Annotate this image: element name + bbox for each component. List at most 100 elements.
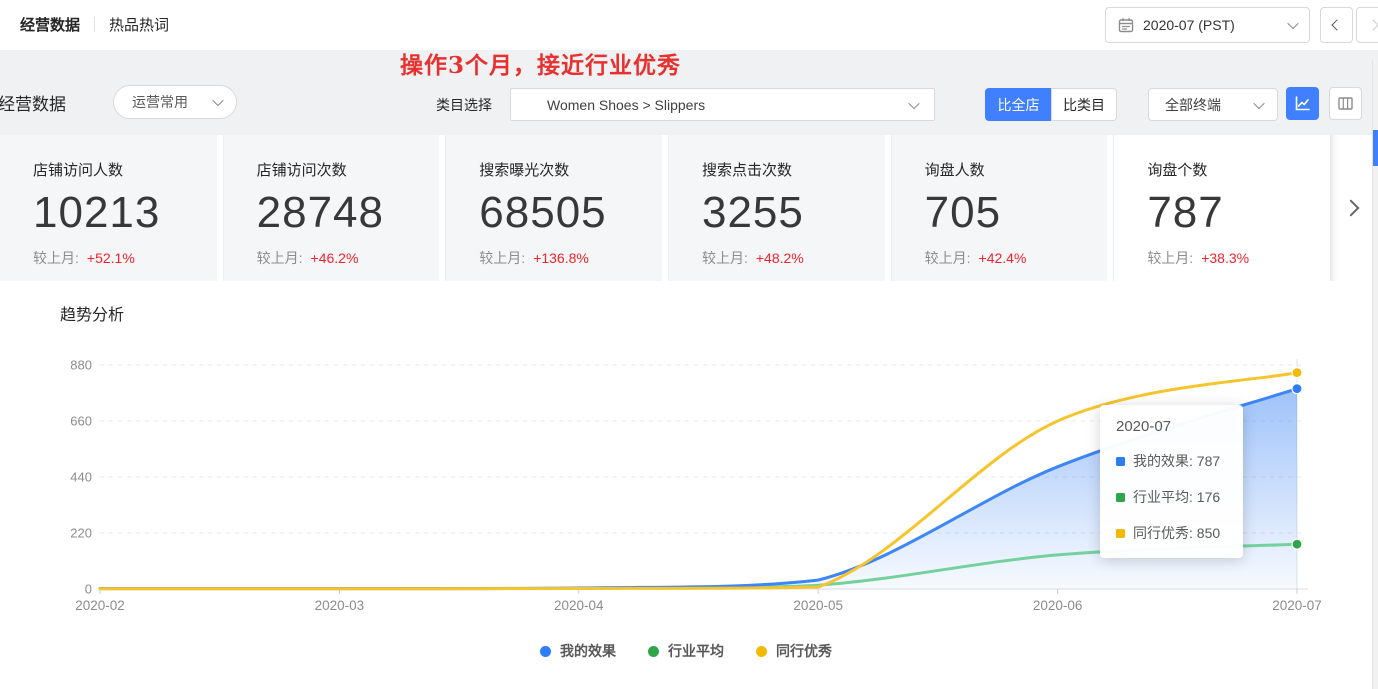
chevron-down-icon — [212, 95, 223, 106]
legend-item-我的效果[interactable]: 我的效果 — [540, 641, 616, 661]
cards-next-button[interactable] — [1330, 135, 1372, 281]
trend-chart-section: 趋势分析 02204406608802020-022020-032020-042… — [0, 285, 1372, 689]
tooltip-row-text: 行业平均: 176 — [1133, 487, 1220, 507]
chevron-right-icon — [1367, 19, 1378, 30]
annotation-note: 操作3个月，接近行业优秀 — [400, 46, 681, 80]
metric-label: 搜索点击次数 — [702, 159, 885, 180]
metric-label: 搜索曝光次数 — [479, 159, 662, 180]
metric-delta: +48.2% — [756, 250, 804, 266]
legend-dot-icon — [648, 646, 659, 657]
tooltip-row-text: 同行优秀: 850 — [1133, 523, 1220, 543]
metric-cards: 店铺访问人数10213较上月:+52.1%店铺访问次数28748较上月:+46.… — [0, 135, 1330, 281]
table-view-button[interactable] — [1329, 87, 1362, 120]
tab-divider — [94, 17, 95, 32]
legend-label: 同行优秀 — [776, 641, 832, 661]
y-axis-label: 440 — [70, 470, 92, 485]
legend-label: 行业平均 — [668, 641, 724, 661]
next-month-button[interactable] — [1356, 7, 1378, 43]
metric-delta: +38.3% — [1201, 250, 1249, 266]
category-label: 类目选择 — [436, 95, 492, 115]
preset-select[interactable]: 运营常用 — [113, 85, 237, 119]
metric-delta: +46.2% — [311, 250, 359, 266]
metric-delta: +136.8% — [533, 250, 589, 266]
series-marker-icon — [1116, 457, 1125, 466]
metric-card[interactable]: 店铺访问次数 28748 较上月:+46.2% — [223, 135, 440, 281]
compare-toggle-group: 比全店 比类目 — [985, 88, 1117, 121]
tab-business-data[interactable]: 经营数据 — [20, 14, 80, 35]
series-end-dot-同行优秀 — [1292, 368, 1302, 378]
series-marker-icon — [1116, 493, 1125, 502]
metric-card[interactable]: 搜索曝光次数 68505 较上月:+136.8% — [445, 135, 662, 281]
series-end-dot-行业平均 — [1292, 539, 1302, 549]
category-select[interactable]: Women Shoes > Slippers — [510, 88, 935, 121]
terminal-select-value: 全部终端 — [1165, 95, 1255, 115]
metric-compare: 较上月:+38.3% — [1147, 248, 1330, 268]
legend-item-同行优秀[interactable]: 同行优秀 — [756, 641, 832, 661]
metric-compare: 较上月:+48.2% — [702, 248, 885, 268]
line-chart-icon — [1294, 95, 1311, 112]
terminal-select[interactable]: 全部终端 — [1148, 88, 1278, 121]
metric-compare: 较上月:+42.4% — [925, 248, 1108, 268]
preset-select-value: 运营常用 — [132, 92, 188, 112]
metric-value: 68505 — [479, 188, 662, 238]
metric-label: 询盘人数 — [925, 159, 1108, 180]
top-tabs: 经营数据 热品热词 — [20, 14, 169, 35]
chevron-down-icon — [1287, 18, 1298, 29]
metric-value: 3255 — [702, 188, 885, 238]
metric-label: 店铺访问次数 — [257, 159, 440, 180]
chevron-left-icon — [1331, 19, 1342, 30]
x-axis-label: 2020-05 — [793, 598, 843, 613]
top-bar: 经营数据 热品热词 2020-07 (PST) — [0, 0, 1378, 50]
metric-compare: 较上月:+46.2% — [257, 248, 440, 268]
tooltip-row-text: 我的效果: 787 — [1133, 451, 1220, 471]
tooltip-row: 行业平均: 176 — [1116, 487, 1229, 507]
category-select-value: Women Shoes > Slippers — [547, 97, 910, 113]
tooltip-title: 2020-07 — [1116, 418, 1229, 435]
metric-card[interactable]: 店铺访问人数10213较上月:+52.1% — [0, 135, 217, 281]
page-scrollbar[interactable] — [1372, 60, 1378, 689]
date-picker[interactable]: 2020-07 (PST) — [1105, 7, 1310, 43]
compare-category-button[interactable]: 比类目 — [1051, 88, 1117, 121]
metric-delta: +42.4% — [979, 250, 1027, 266]
metric-card[interactable]: 询盘个数787较上月:+38.3% — [1113, 135, 1330, 281]
y-axis-label: 0 — [85, 582, 92, 597]
chart-tooltip: 2020-07 我的效果: 787 行业平均: 176 同行优秀: 850 — [1100, 405, 1243, 558]
metric-value: 10213 — [33, 188, 217, 238]
x-axis-label: 2020-04 — [554, 598, 604, 613]
calendar-icon — [1118, 17, 1134, 33]
tooltip-row: 我的效果: 787 — [1116, 451, 1229, 471]
x-axis-label: 2020-02 — [75, 598, 125, 613]
metric-compare: 较上月:+136.8% — [479, 248, 662, 268]
table-icon — [1337, 95, 1354, 112]
metric-value: 787 — [1147, 188, 1330, 238]
y-axis-label: 880 — [70, 358, 92, 373]
metric-compare: 较上月:+52.1% — [33, 248, 217, 268]
legend-item-行业平均[interactable]: 行业平均 — [648, 641, 724, 661]
legend-dot-icon — [756, 646, 767, 657]
y-axis-label: 660 — [70, 414, 92, 429]
chevron-down-icon — [908, 97, 919, 108]
metric-value: 28748 — [257, 188, 440, 238]
compare-whole-store-button[interactable]: 比全店 — [985, 88, 1051, 121]
metric-card[interactable]: 询盘人数 705 较上月:+42.4% — [891, 135, 1108, 281]
y-axis-label: 220 — [70, 526, 92, 541]
chevron-right-icon — [1343, 200, 1360, 217]
chart-legend: 我的效果 行业平均 同行优秀 — [0, 641, 1372, 661]
metric-card[interactable]: 搜索点击次数 3255 较上月:+48.2% — [668, 135, 885, 281]
metric-delta: +52.1% — [87, 250, 135, 266]
legend-label: 我的效果 — [560, 641, 616, 661]
dashboard-page: 经营数据 热品热词 2020-07 (PST) 操作3个月，接近行业优秀 — [0, 0, 1378, 689]
tooltip-row: 同行优秀: 850 — [1116, 523, 1229, 543]
series-marker-icon — [1116, 529, 1125, 538]
chart-view-button[interactable] — [1286, 87, 1319, 120]
section-title: 经营数据 — [0, 90, 66, 115]
x-axis-label: 2020-03 — [315, 598, 365, 613]
prev-month-button[interactable] — [1320, 7, 1353, 43]
scrollbar-thumb[interactable] — [1373, 130, 1378, 166]
tab-hot-keywords[interactable]: 热品热词 — [109, 14, 169, 35]
x-axis-label: 2020-07 — [1272, 598, 1322, 613]
chevron-down-icon — [1253, 97, 1264, 108]
legend-dot-icon — [540, 646, 551, 657]
x-axis-labels: 2020-022020-032020-042020-052020-062020-… — [75, 589, 1322, 613]
metric-value: 705 — [925, 188, 1108, 238]
